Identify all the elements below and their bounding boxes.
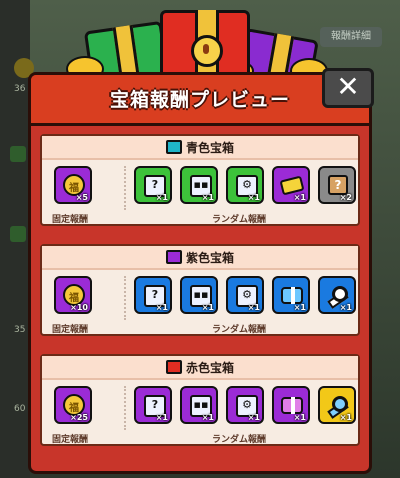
random-reward-label: ランダム報酬 [212,325,267,335]
keyhole-icon [191,35,223,67]
section-title: 赤色宝箱 [185,361,234,375]
gift-bundle-icon [281,287,303,304]
random-reward-item[interactable]: ? ×1 [134,276,172,314]
fixed-reward-label: 固定報酬 [52,325,89,335]
side-check-icon [10,226,26,242]
fixed-reward-label: 固定報酬 [52,215,89,225]
item-count: ×25 [70,413,88,422]
item-count: ×5 [75,193,88,202]
random-reward-item[interactable]: ⚙ ×1 [226,166,264,204]
random-reward-item[interactable]: ×1 [272,166,310,204]
red-chest-icon [165,360,182,374]
side-stat: 36 [14,84,26,94]
section-purple-chest: 紫色宝箱 福 ×10 固定報酬 ? ×1 ▪▪ ×1 ⚙ ×1 ×1 ×1 ラン… [40,244,360,336]
fixed-reward-item[interactable]: 福 ×10 [54,276,92,314]
section-red-chest: 赤色宝箱 福 ×25 固定報酬 ? ×1 ▪▪ ×1 ⚙ ×1 ×1 ×1 ラン… [40,354,360,446]
mystery-crate-icon: ? [328,175,348,195]
divider [124,386,126,430]
random-reward-item[interactable]: ? ×1 [134,386,172,424]
reward-details-button[interactable]: 報酬詳細 [320,27,382,47]
section-title: 青色宝箱 [185,141,234,155]
random-reward-label: ランダム報酬 [212,215,267,225]
fixed-reward-label: 固定報酬 [52,435,89,445]
purple-chest-icon [165,250,182,264]
random-reward-item[interactable]: ? ×1 [134,166,172,204]
random-reward-label: ランダム報酬 [212,435,267,445]
blue-chest-icon [165,140,182,154]
random-reward-item[interactable]: ▪▪ ×1 [180,166,218,204]
divider [124,276,126,320]
random-reward-item[interactable]: ▪▪ ×1 [180,386,218,424]
section-header: 赤色宝箱 [42,356,358,380]
random-reward-item[interactable]: ×1 [318,386,356,424]
side-stat: 60 [14,404,26,414]
random-reward-item[interactable]: ⚙ ×1 [226,276,264,314]
fixed-reward-item[interactable]: 福 ×5 [54,166,92,204]
random-reward-item[interactable]: ×1 [318,276,356,314]
random-reward-item[interactable]: ×1 [272,276,310,314]
random-reward-item[interactable]: ? ×2 [318,166,356,204]
dialog-header: 宝箱報酬プレビュー [31,75,369,126]
section-blue-chest: 青色宝箱 福 ×5 固定報酬 ? ×1 ▪▪ ×1 ⚙ ×1 ×1 ? ×2 ラ… [40,134,360,226]
random-reward-item[interactable]: ⚙ ×1 [226,386,264,424]
close-button[interactable]: ✕ [322,68,374,108]
fixed-reward-item[interactable]: 福 ×25 [54,386,92,424]
item-count: ×10 [70,303,88,312]
random-reward-item[interactable]: ▪▪ ×1 [180,276,218,314]
side-check-icon [10,146,26,162]
random-reward-item[interactable]: ×1 [272,386,310,424]
section-header: 紫色宝箱 [42,246,358,270]
gift-bundle-icon [281,397,303,414]
side-stat: 35 [14,325,26,335]
section-header: 青色宝箱 [42,136,358,160]
dialog-title: 宝箱報酬プレビュー [109,89,290,111]
section-title: 紫色宝箱 [185,251,234,265]
divider [124,166,126,210]
